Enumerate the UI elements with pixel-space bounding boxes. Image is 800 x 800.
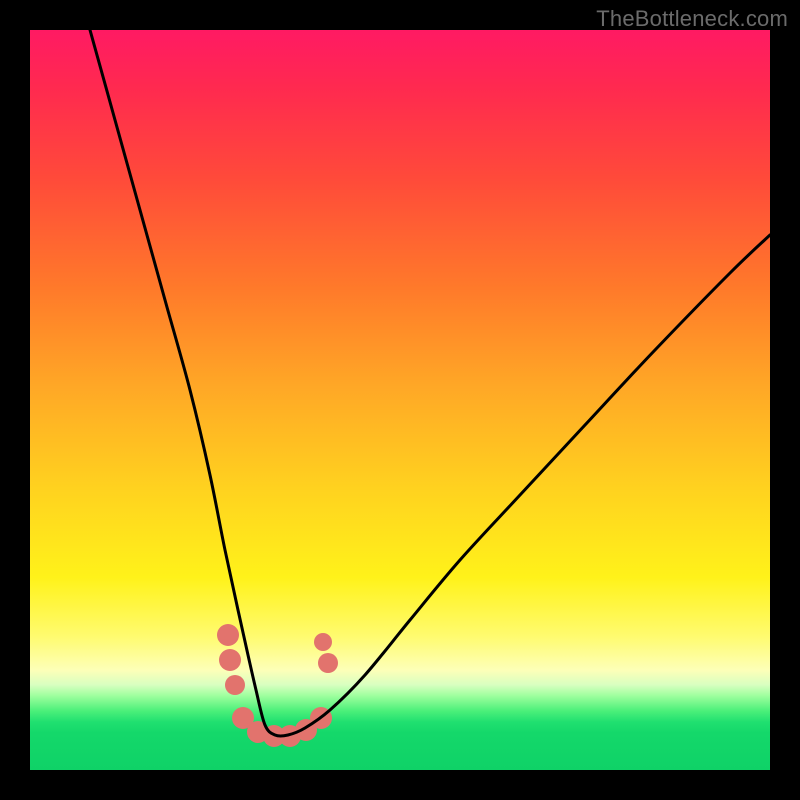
- highlight-dot: [225, 675, 245, 695]
- highlight-dot: [318, 653, 338, 673]
- outer-frame: TheBottleneck.com: [0, 0, 800, 800]
- plot-area: [30, 30, 770, 770]
- highlight-dot: [219, 649, 241, 671]
- marker-group: [217, 624, 338, 747]
- bottleneck-curve: [90, 30, 770, 736]
- highlight-dot: [217, 624, 239, 646]
- watermark-text: TheBottleneck.com: [596, 6, 788, 32]
- curve-layer: [30, 30, 770, 770]
- highlight-dot: [314, 633, 332, 651]
